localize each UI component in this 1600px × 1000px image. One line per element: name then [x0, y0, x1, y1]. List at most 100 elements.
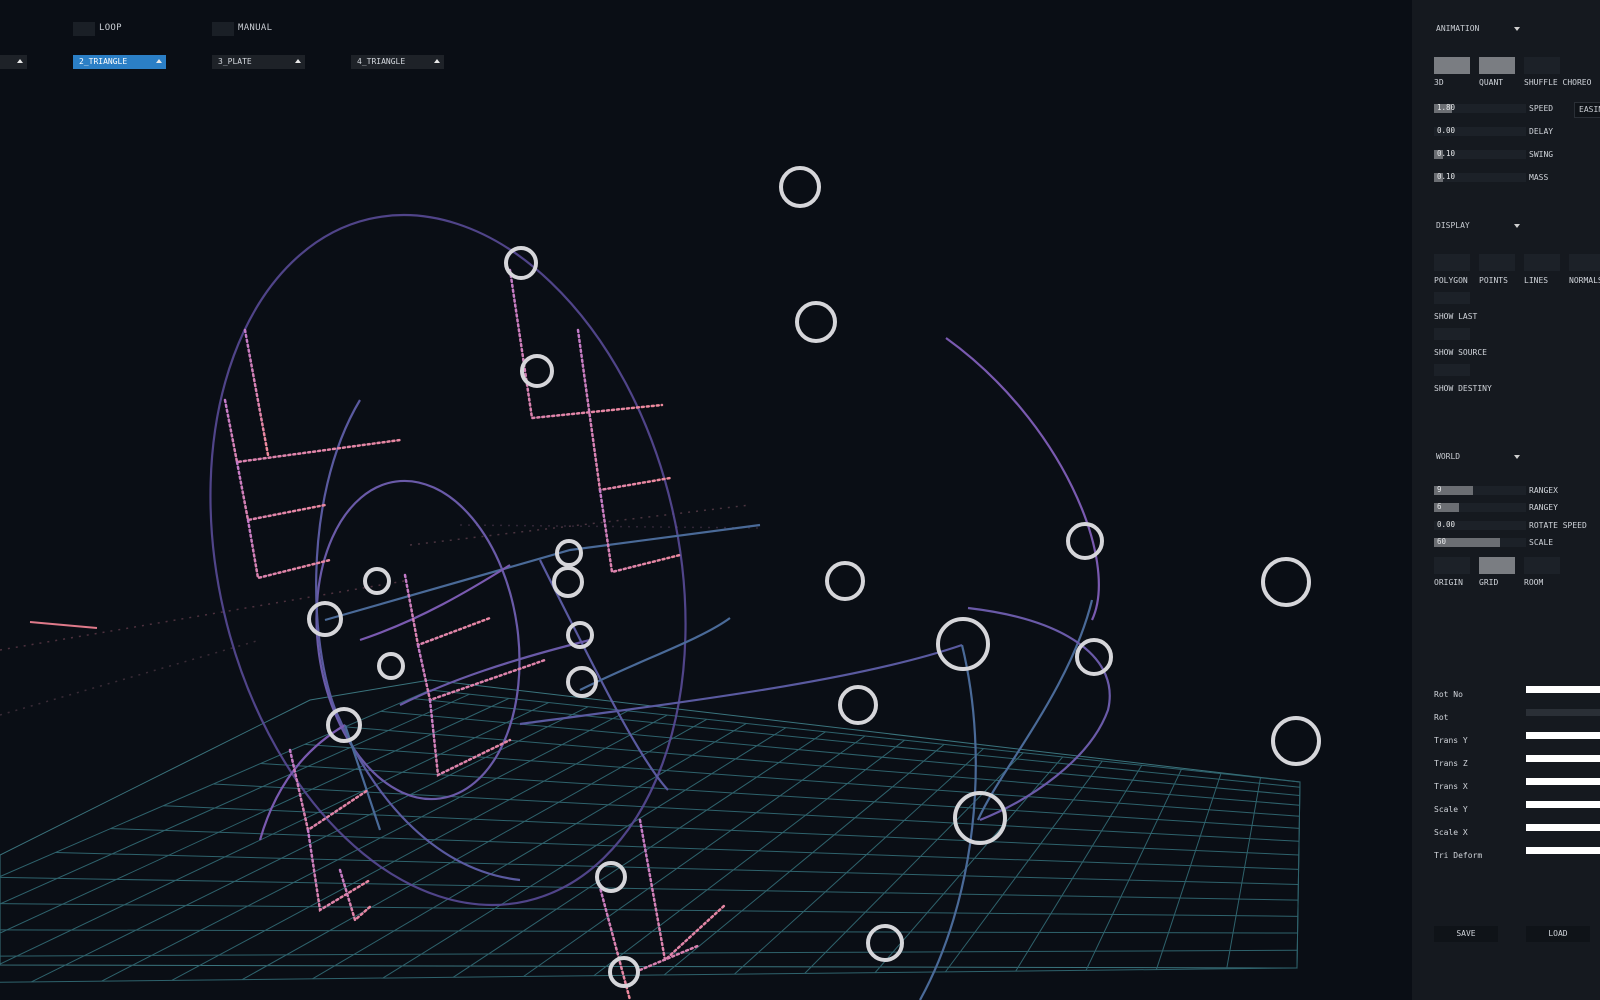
rotate-speed-slider[interactable]: 0.00 — [1434, 520, 1526, 530]
param-trans-z-bar[interactable] — [1526, 755, 1600, 762]
grid-line — [1085, 769, 1182, 971]
control-panel: ANIMATION 3D QUANT SHUFFLE CHOREO EASIN … — [1412, 0, 1600, 1000]
loop-checkbox[interactable] — [73, 22, 95, 36]
param-trans-x-bar[interactable] — [1526, 778, 1600, 785]
delay-slider[interactable]: 0.00 — [1434, 126, 1526, 136]
rangey-slider[interactable]: 6 — [1434, 502, 1526, 512]
load-button[interactable]: LOAD — [1526, 926, 1590, 942]
node — [838, 685, 878, 725]
short-segment — [29, 621, 98, 629]
grid-line — [101, 710, 628, 982]
param-scale-x-bar[interactable] — [1526, 824, 1600, 831]
toggle-normals[interactable] — [1569, 254, 1600, 271]
rangex-label: RANGEX — [1529, 486, 1558, 495]
save-button[interactable]: SAVE — [1434, 926, 1498, 942]
grid-line — [0, 929, 1298, 934]
grid-line — [213, 783, 1300, 842]
param-rot-bar[interactable] — [1526, 709, 1600, 716]
toggle-grid[interactable] — [1479, 557, 1515, 574]
toggle-lines[interactable] — [1524, 254, 1560, 271]
toggle-origin[interactable] — [1434, 557, 1470, 574]
node — [1271, 716, 1321, 766]
scale-slider[interactable]: 60 — [1434, 537, 1526, 547]
scene-canvas[interactable] — [0, 0, 1412, 1000]
shape-dropdown-2[interactable]: 2_TRIANGLE — [73, 55, 166, 69]
toggle-show-source[interactable] — [1434, 328, 1470, 340]
param-scale-y-label: Scale Y — [1434, 805, 1468, 814]
easing-dropdown[interactable]: EASIN — [1574, 102, 1600, 118]
toggle-normals-label: NORMALS — [1569, 276, 1600, 285]
chevron-down-icon — [1514, 224, 1520, 228]
param-scale-y-bar[interactable] — [1526, 801, 1600, 808]
node — [552, 566, 584, 598]
toggle-show-last[interactable] — [1434, 292, 1470, 304]
world-section-header[interactable]: WORLD — [1432, 450, 1522, 464]
toggle-points-label: POINTS — [1479, 276, 1508, 285]
display-section-header[interactable]: DISPLAY — [1432, 219, 1522, 233]
animation-section-header[interactable]: ANIMATION — [1432, 22, 1522, 36]
node — [520, 354, 554, 388]
toggle-points[interactable] — [1479, 254, 1515, 271]
mass-slider[interactable]: 0.10 — [1434, 172, 1526, 182]
toggle-quant[interactable] — [1479, 57, 1515, 74]
toggle-polygon-label: POLYGON — [1434, 276, 1468, 285]
shape-dropdown-1[interactable] — [0, 55, 27, 69]
speed-slider[interactable]: 1.80 — [1434, 103, 1526, 113]
toggle-3d-label: 3D — [1434, 78, 1444, 87]
loop-label: LOOP — [99, 23, 122, 33]
node — [504, 246, 538, 280]
toggle-quant-label: QUANT — [1479, 78, 1504, 87]
slider-value: 6 — [1437, 502, 1442, 511]
param-scale-x-label: Scale X — [1434, 828, 1468, 837]
slider-value: 0.10 — [1437, 149, 1456, 158]
toggle-grid-label: GRID — [1479, 578, 1499, 587]
shape-dropdown-4[interactable]: 4_TRIANGLE — [351, 55, 444, 69]
point-lattice — [223, 268, 727, 1000]
slider-value: 9 — [1437, 485, 1442, 494]
scale-label: SCALE — [1529, 538, 1554, 547]
rangex-slider[interactable]: 9 — [1434, 485, 1526, 495]
toggle-shuffle-choreo[interactable] — [1524, 57, 1560, 74]
node — [566, 666, 598, 698]
chevron-down-icon — [1514, 27, 1520, 31]
param-rot-label: Rot — [1434, 713, 1449, 722]
param-tri-deform-bar[interactable] — [1526, 847, 1600, 854]
toggle-3d[interactable] — [1434, 57, 1470, 74]
grid-line — [1226, 777, 1261, 969]
node — [866, 924, 904, 962]
chevron-down-icon — [1514, 455, 1520, 459]
dropdown-label: 3_PLATE — [218, 57, 252, 66]
toggle-room[interactable] — [1524, 557, 1560, 574]
slider-value: 60 — [1437, 537, 1447, 546]
show-source-label: SHOW SOURCE — [1434, 348, 1487, 357]
chevron-up-icon — [156, 59, 162, 63]
rangey-label: RANGEY — [1529, 503, 1558, 512]
toggle-origin-label: ORIGIN — [1434, 578, 1463, 587]
dropdown-label: 4_TRIANGLE — [357, 57, 406, 66]
chevron-up-icon — [434, 59, 440, 63]
floor-grid — [0, 679, 1301, 983]
node — [936, 617, 990, 671]
show-last-label: SHOW LAST — [1434, 312, 1478, 321]
manual-label: MANUAL — [238, 23, 273, 33]
show-destiny-label: SHOW DESTINY — [1434, 384, 1492, 393]
toggle-polygon[interactable] — [1434, 254, 1470, 271]
param-trans-y-label: Trans Y — [1434, 736, 1468, 745]
param-tri-deform-label: Tri Deform — [1434, 851, 1483, 860]
chevron-up-icon — [17, 59, 23, 63]
toggle-show-destiny[interactable] — [1434, 364, 1470, 376]
grid-line — [304, 743, 1300, 817]
swing-slider[interactable]: 0.10 — [1434, 149, 1526, 159]
param-rot-no-bar[interactable] — [1526, 686, 1600, 693]
grid-line — [0, 967, 1298, 983]
param-trans-y-bar[interactable] — [1526, 732, 1600, 739]
node — [1066, 522, 1104, 560]
grid-line — [344, 726, 1300, 806]
grid-line — [260, 762, 1300, 829]
slider-value: 1.80 — [1437, 103, 1456, 112]
speed-label: SPEED — [1529, 104, 1554, 113]
manual-checkbox[interactable] — [212, 22, 234, 36]
shape-dropdown-3[interactable]: 3_PLATE — [212, 55, 305, 69]
3d-viewport[interactable] — [0, 0, 1412, 1000]
param-trans-z-label: Trans Z — [1434, 759, 1468, 768]
